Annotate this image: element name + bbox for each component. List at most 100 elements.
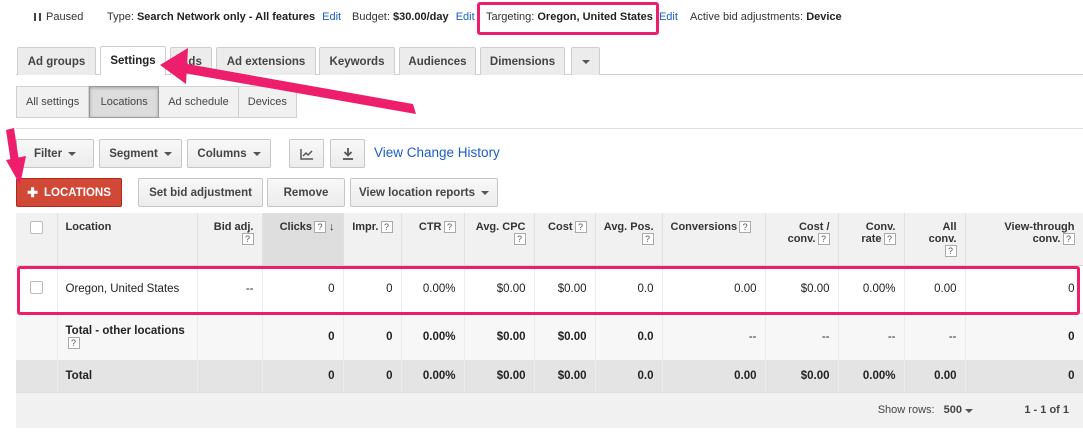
help-icon[interactable]: ? [944, 245, 957, 257]
col-ctr[interactable]: CTR? [401, 213, 465, 266]
edit-type-link[interactable]: Edit [322, 11, 341, 23]
cell-impr: 0 [343, 265, 402, 314]
help-icon[interactable]: ? [67, 336, 80, 349]
tab-settings[interactable]: Settings [100, 46, 166, 75]
subtab-locations[interactable]: Locations [89, 86, 160, 118]
campaign-targeting: Targeting: Oregon, United States Edit [486, 11, 678, 23]
table-total-row: Total 0 0 0.00% $0.00 $0.00 0.0 0.00 $0.… [16, 360, 1083, 393]
cell-cost: $0.00 [534, 265, 596, 314]
cell-conv-rate: 0.00% [838, 360, 905, 393]
help-icon[interactable]: ? [314, 221, 326, 233]
cell-conv-rate: -- [838, 313, 905, 361]
campaign-status-bar: Paused Type: Search Network only - All f… [0, 0, 1083, 36]
cell-location: Total [57, 360, 198, 393]
cell-view-through: 0 [965, 360, 1083, 393]
segment-button[interactable]: Segment [99, 139, 182, 168]
edit-budget-link[interactable]: Edit [456, 11, 475, 23]
columns-button[interactable]: Columns [187, 139, 271, 168]
cell-avg-pos: 0.0 [595, 265, 663, 314]
col-view-through-conv[interactable]: View-through conv.? [965, 213, 1083, 266]
pause-icon [34, 13, 41, 21]
tab-keywords[interactable]: Keywords [319, 47, 395, 75]
cell-ctr: 0.00% [401, 360, 465, 393]
locations-table: Location Bid adj.? Clicks? ↓ Impr.? CTR? … [16, 213, 1083, 393]
cell-bid-adj[interactable]: -- [197, 265, 263, 314]
chevron-down-icon [252, 151, 261, 156]
remove-button[interactable]: Remove [267, 178, 345, 207]
cell-all-conv: 0.00 [904, 360, 966, 393]
cell-clicks: 0 [262, 313, 344, 361]
col-impr[interactable]: Impr.? [343, 213, 402, 266]
edit-targeting-link[interactable]: Edit [659, 11, 678, 23]
view-change-history-link[interactable]: View Change History [374, 145, 500, 160]
col-location[interactable]: Location [57, 213, 198, 266]
filter-button[interactable]: Filter [16, 139, 94, 168]
tab-dimensions[interactable]: Dimensions [480, 47, 565, 75]
chart-toggle-button[interactable] [289, 139, 324, 168]
row-select-cell[interactable] [16, 265, 58, 314]
tab-audiences[interactable]: Audiences [399, 47, 476, 75]
cell-impr: 0 [343, 313, 402, 361]
campaign-state[interactable]: Paused [34, 11, 83, 23]
view-location-reports-button[interactable]: View location reports [350, 178, 498, 207]
col-avg-pos[interactable]: Avg. Pos.? [595, 213, 663, 266]
show-rows-control[interactable]: Show rows: 500 [878, 404, 973, 416]
cell-conversions: -- [662, 313, 766, 361]
chevron-down-icon [965, 409, 973, 413]
campaign-type: Type: Search Network only - All features… [107, 11, 342, 23]
cell-cost: $0.00 [534, 360, 596, 393]
help-icon[interactable]: ? [817, 233, 830, 245]
col-bid-adj[interactable]: Bid adj.? [197, 213, 263, 266]
tab-ad-extensions[interactable]: Ad extensions [216, 47, 316, 75]
download-button[interactable] [330, 139, 365, 168]
help-icon[interactable]: ? [574, 221, 587, 233]
tab-ads[interactable]: Ads [170, 47, 212, 75]
chevron-down-icon [68, 151, 77, 156]
more-tabs-button[interactable] [571, 47, 600, 75]
col-avg-cpc[interactable]: Avg. CPC? [464, 213, 535, 266]
chevron-down-icon [481, 190, 490, 195]
row-checkbox[interactable] [30, 281, 43, 294]
table-footer: Show rows: 500 1 - 1 of 1 [16, 392, 1083, 428]
cell-view-through: 0 [965, 265, 1083, 314]
col-conv-rate[interactable]: Conv. rate? [838, 213, 905, 266]
cell-avg-pos: 0.0 [595, 360, 663, 393]
subtab-devices[interactable]: Devices [239, 87, 296, 117]
help-icon[interactable]: ? [241, 233, 254, 245]
cell-conversions: 0.00 [662, 360, 766, 393]
help-icon[interactable]: ? [641, 233, 654, 245]
set-bid-adjustment-button[interactable]: Set bid adjustment [138, 178, 263, 207]
subtab-ad-schedule[interactable]: Ad schedule [159, 87, 239, 117]
plus-icon: ✚ [27, 184, 39, 200]
cell-avg-cpc: $0.00 [464, 265, 535, 314]
col-cost-conv[interactable]: Cost / conv.? [765, 213, 839, 266]
select-all-checkbox[interactable] [30, 221, 43, 234]
subtab-all-settings[interactable]: All settings [17, 87, 90, 117]
help-icon[interactable]: ? [380, 221, 393, 233]
help-icon[interactable]: ? [739, 221, 752, 233]
pagination-range: 1 - 1 of 1 [1024, 404, 1069, 416]
campaign-budget: Budget: $30.00/day Edit [352, 11, 475, 23]
cell-avg-pos: 0.0 [595, 313, 663, 361]
cell-ctr: 0.00% [401, 265, 465, 314]
help-icon[interactable]: ? [513, 233, 526, 245]
cell-avg-cpc: $0.00 [464, 360, 535, 393]
sort-descending-icon: ↓ [329, 221, 335, 233]
col-cost[interactable]: Cost? [534, 213, 596, 266]
col-conversions[interactable]: Conversions? [662, 213, 766, 266]
help-icon[interactable]: ? [1062, 233, 1075, 245]
select-all-cell[interactable] [16, 213, 58, 266]
cell-location: Total - other locations ? [57, 313, 198, 361]
tab-ad-groups[interactable]: Ad groups [17, 47, 96, 75]
cell-view-through: 0 [965, 313, 1083, 361]
help-icon[interactable]: ? [883, 233, 896, 245]
col-clicks[interactable]: Clicks? ↓ [262, 213, 344, 266]
cell-all-conv: 0.00 [904, 265, 966, 314]
help-icon[interactable]: ? [443, 221, 456, 233]
table-row: Oregon, United States -- 0 0 0.00% $0.00… [16, 265, 1083, 314]
add-locations-button[interactable]: ✚ LOCATIONS [16, 178, 122, 207]
cell-bid-adj [197, 313, 263, 361]
col-all-conv[interactable]: All conv.? [904, 213, 966, 266]
section-divider [16, 128, 1083, 129]
cell-cost: $0.00 [534, 313, 596, 361]
